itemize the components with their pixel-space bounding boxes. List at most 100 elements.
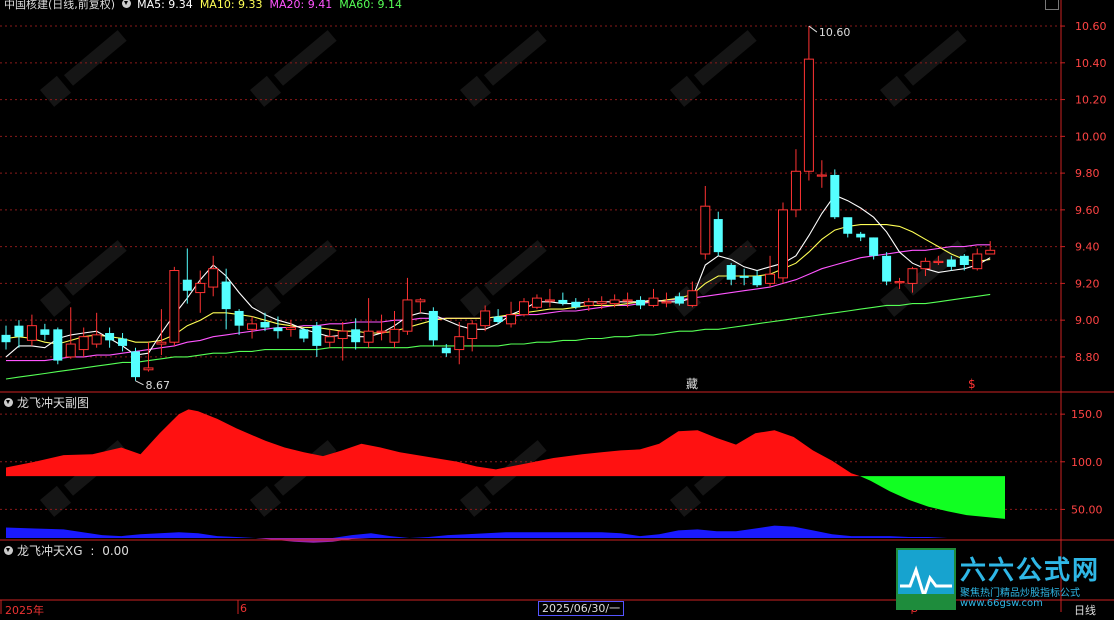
candle (1, 325, 11, 350)
candle-body (713, 219, 723, 253)
watermark-icon (40, 75, 71, 107)
indicator-tick-label: 150.0 (1071, 408, 1103, 421)
indicator-tick-label: 100.0 (1071, 456, 1103, 469)
watermark-icon (484, 240, 547, 296)
indicator-pane-title[interactable]: 龙飞冲天副图 (4, 394, 89, 411)
candle-body (622, 299, 633, 302)
watermark-icon (274, 30, 337, 86)
flow-area-blue (6, 525, 1005, 539)
candle-body (506, 314, 517, 325)
candle (467, 320, 478, 352)
candle-body (726, 265, 736, 280)
candle-body (454, 336, 465, 351)
candle-body (208, 268, 219, 288)
candle (351, 318, 361, 350)
candle-body (169, 270, 180, 343)
watermark-icon (40, 285, 71, 317)
signal-marker-cang: 藏 (686, 377, 698, 391)
indicator-areas (6, 409, 1005, 543)
candle-body (78, 336, 89, 351)
candle-body (480, 310, 491, 327)
candle-body (26, 325, 37, 341)
candle-body (700, 205, 711, 255)
candle-body (571, 301, 581, 308)
candle-body (53, 329, 63, 361)
candle-body (285, 327, 296, 330)
candle-body (985, 249, 996, 255)
price-tick-label: 9.80 (1075, 167, 1100, 180)
ma-settings-icon[interactable] (121, 0, 131, 8)
logo-chart-icon (896, 548, 956, 610)
low-pointer (135, 380, 144, 386)
candle-body (389, 328, 400, 343)
candle (531, 294, 542, 310)
candle-body (946, 259, 956, 267)
candle (739, 268, 749, 286)
pane-collapse-icon[interactable] (4, 398, 13, 407)
price-tick-label: 9.20 (1075, 277, 1100, 290)
price-tick-label: 9.00 (1075, 314, 1100, 327)
candle-body (739, 276, 749, 278)
xg-pane-title[interactable]: 龙飞冲天XG : 0.00 (4, 542, 129, 559)
watermark-icon (670, 485, 701, 517)
price-tick-label: 10.60 (1075, 20, 1107, 33)
pane-collapse-icon[interactable] (4, 546, 13, 555)
candle-body (687, 290, 698, 306)
price-tick-label: 9.60 (1075, 204, 1100, 217)
candle (208, 255, 219, 297)
signal-marker-s: $ (968, 377, 976, 391)
candle-body (544, 299, 555, 302)
candle (324, 329, 335, 348)
candle-body (856, 233, 866, 238)
candle-body (14, 325, 24, 337)
candle-body (65, 343, 76, 358)
candle-body (609, 299, 620, 305)
watermark-icon (484, 30, 547, 86)
candle-body (247, 323, 258, 330)
ma20-label: MA20: 9.41 (269, 0, 333, 11)
candle-body (661, 301, 672, 304)
candle-body (441, 347, 451, 354)
candle-body (40, 329, 50, 335)
candle (636, 296, 646, 310)
watermark-icon (670, 75, 701, 107)
candle (40, 323, 50, 341)
ma60-line (5, 293, 991, 380)
candle-body (299, 329, 309, 339)
watermark-icon (880, 285, 911, 317)
candle (816, 160, 827, 188)
candle (428, 307, 438, 346)
candle (726, 263, 736, 286)
window-button[interactable] (1045, 0, 1059, 10)
high-price-label: 10.60 (819, 26, 851, 39)
indicator-title: 龙飞冲天副图 (17, 396, 90, 410)
candle-body (803, 58, 814, 172)
price-axis: 10.60 10.40 10.20 10.00 9.80 9.60 9.40 9.20 9.00… (1061, 20, 1107, 516)
xg-value: 0.00 (102, 543, 129, 558)
candle (765, 255, 776, 288)
candle-body (428, 310, 438, 341)
candle-body (933, 260, 944, 264)
candle-body (415, 299, 426, 303)
candle-body (583, 301, 594, 306)
candle (506, 301, 517, 328)
candle-body (636, 299, 646, 306)
candle-body (843, 217, 853, 234)
candle-body (920, 260, 931, 270)
price-tick-label: 9.40 (1075, 241, 1100, 254)
candle (648, 288, 659, 308)
candle (26, 314, 37, 346)
header-bar: 中国核建(日线,前复权) MA5: 9.34 MA10: 9.33 MA20: … (4, 0, 402, 12)
ma10-label: MA10: 9.33 (199, 0, 263, 11)
indicator-tick-label: 50.00 (1071, 503, 1103, 516)
candle-body (972, 253, 983, 270)
candle (972, 248, 983, 271)
candle (337, 321, 348, 361)
watermark-icon (904, 30, 967, 86)
price-tick-label: 10.40 (1075, 57, 1107, 70)
candle-body (91, 334, 102, 345)
candle (14, 320, 24, 348)
candle (519, 298, 529, 317)
candle-body (790, 170, 801, 211)
watermark-icon (250, 75, 281, 107)
